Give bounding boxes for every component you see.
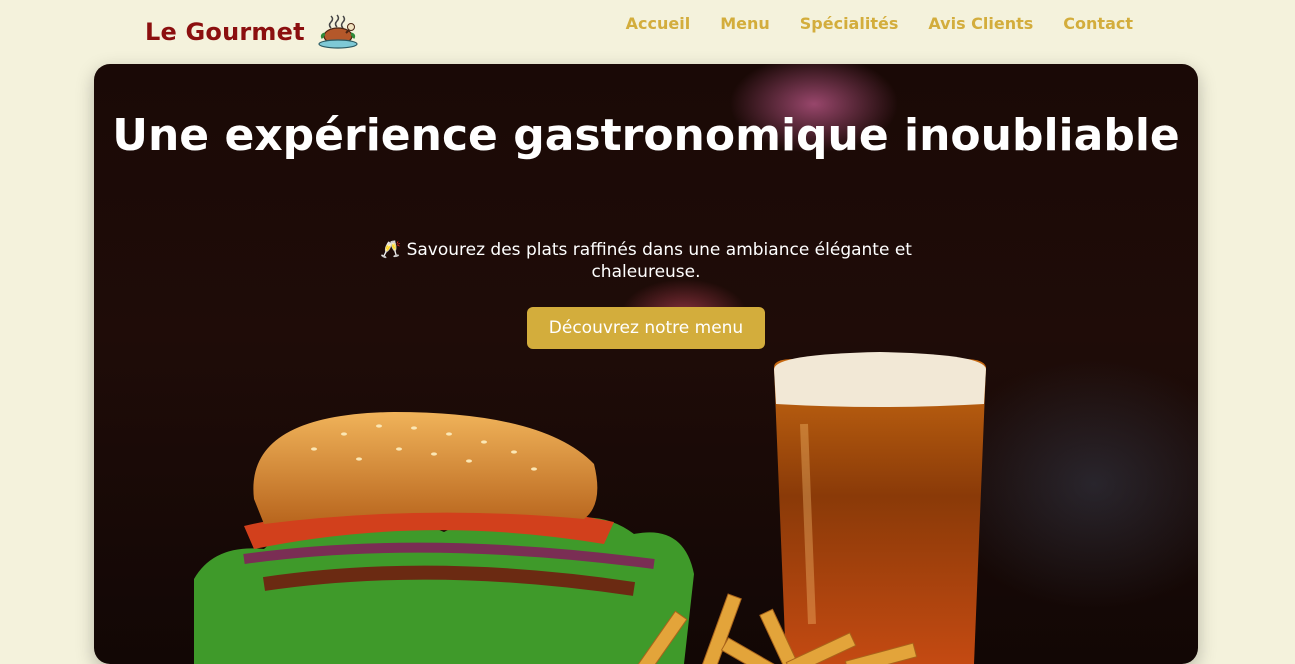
discover-menu-button[interactable]: Découvrez notre menu xyxy=(527,307,765,349)
nav-link-menu[interactable]: Menu xyxy=(720,14,770,33)
nav-link-accueil[interactable]: Accueil xyxy=(626,14,691,33)
nav-link-avis-clients[interactable]: Avis Clients xyxy=(928,14,1033,33)
nav-link-contact[interactable]: Contact xyxy=(1063,14,1133,33)
hero-section: Une expérience gastronomique inoubliable… xyxy=(94,64,1198,664)
hero-subtitle: 🥂 Savourez des plats raffinés dans une a… xyxy=(380,240,912,282)
brand[interactable]: Le Gourmet xyxy=(145,14,359,50)
brand-name[interactable]: Le Gourmet xyxy=(145,18,305,46)
nav-link-specialites[interactable]: Spécialités xyxy=(800,14,899,33)
hero-title: Une expérience gastronomique inoubliable xyxy=(112,110,1180,161)
roast-chicken-icon xyxy=(318,14,358,49)
navbar: Le Gourmet Accueil Menu Spécialités Avis… xyxy=(0,0,1295,64)
main-nav: Accueil Menu Spécialités Avis Clients Co… xyxy=(626,14,1133,33)
